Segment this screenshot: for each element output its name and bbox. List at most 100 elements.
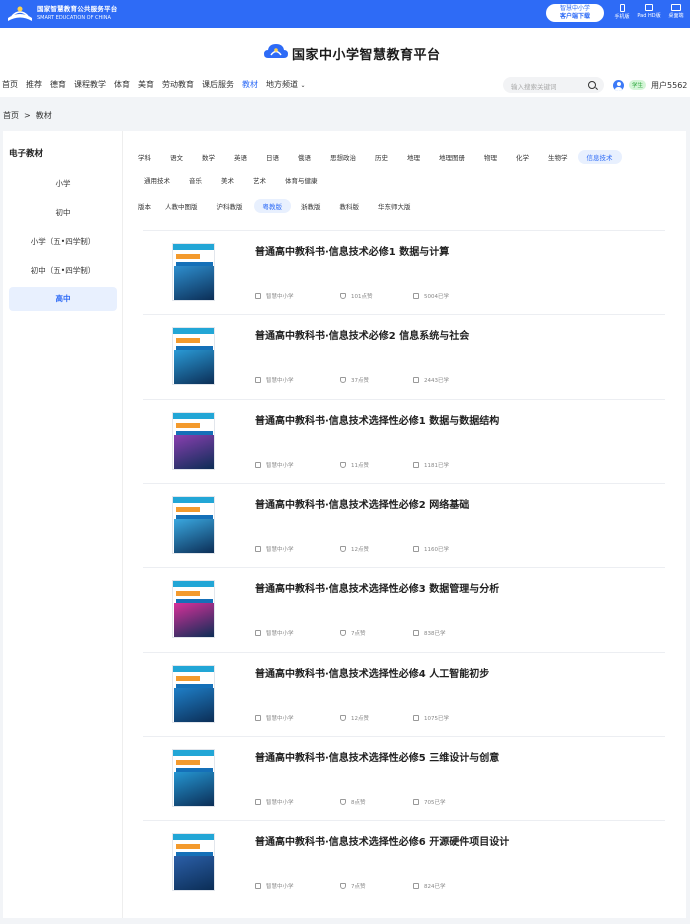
download-line2: 客户端下载	[559, 13, 590, 20]
subject-chip[interactable]: 地理图册	[439, 152, 465, 162]
subject-chip[interactable]: 数学	[202, 152, 215, 162]
book-card[interactable]: 普通高中教科书·信息技术选择性必修1 数据与数据结构 智慧中小学 11点赞 1181已…	[143, 399, 665, 483]
nav-moral[interactable]: 德育	[50, 79, 66, 93]
subject-chip-selected[interactable]: 信息技术	[577, 150, 622, 164]
book-cover[interactable]	[172, 496, 215, 554]
book-title[interactable]: 普通高中教科书·信息技术选择性必修6 开源硬件项目设计	[255, 833, 509, 848]
book-card[interactable]: 普通高中教科书·信息技术选择性必修3 数据管理与分析 智慧中小学 7点赞 838已学	[143, 567, 665, 651]
book-cover[interactable]	[172, 580, 215, 638]
desktop-version-link[interactable]: 桌面端	[664, 4, 688, 19]
platform-logo[interactable]: 国家中小学智慧教育平台	[264, 41, 441, 65]
cover-band	[176, 760, 200, 765]
document-icon	[413, 715, 419, 721]
thumbs-up-icon	[340, 377, 346, 383]
edition-chip[interactable]: 人教中图版	[165, 201, 198, 211]
book-card[interactable]: 普通高中教科书·信息技术选择性必修6 开源硬件项目设计 智慧中小学 7点赞 824已学	[143, 820, 665, 904]
search-input[interactable]: 输入搜索关键词	[503, 77, 604, 93]
book-card[interactable]: 普通高中教科书·信息技术选择性必修4 人工智能初步 智慧中小学 12点赞 1075已学	[143, 652, 665, 736]
edition-chip[interactable]: 沪科教版	[217, 201, 243, 211]
publisher-icon	[255, 462, 261, 468]
book-card[interactable]: 普通高中教科书·信息技术必修2 信息系统与社会 智慧中小学 37点赞 2443已学	[143, 314, 665, 398]
nav-arts[interactable]: 美育	[138, 79, 154, 93]
book-publisher: 智慧中小学	[255, 461, 294, 469]
username[interactable]: 用户5562	[651, 80, 687, 91]
book-cover[interactable]	[172, 412, 215, 470]
book-learners: 1160已学	[413, 545, 449, 553]
book-card[interactable]: 普通高中教科书·信息技术选择性必修5 三维设计与创意 智慧中小学 8点赞 705已学	[143, 736, 665, 820]
book-cover[interactable]	[172, 833, 215, 891]
subject-chip[interactable]: 日语	[266, 152, 279, 162]
edition-chip[interactable]: 华东师大版	[378, 201, 411, 211]
subject-chip[interactable]: 历史	[375, 152, 388, 162]
book-title[interactable]: 普通高中教科书·信息技术必修2 信息系统与社会	[255, 327, 469, 342]
main-panel: 电子教材 小学 初中 小学（五•四学制） 初中（五•四学制） 高中 学科 语文 …	[3, 131, 686, 918]
breadcrumb-current: 教材	[35, 111, 52, 120]
nav-local[interactable]: 地方频道 ⌄	[266, 79, 306, 93]
user-menu[interactable]: 学生 用户5562	[613, 78, 687, 92]
brand[interactable]: 国家智慧教育公共服务平台 SMART EDUCATION OF CHINA	[6, 3, 117, 25]
sidebar-item-senior[interactable]: 高中	[9, 287, 117, 311]
book-title[interactable]: 普通高中教科书·信息技术必修1 数据与计算	[255, 243, 449, 258]
publisher-text: 智慧中小学	[266, 631, 294, 637]
subject-chip[interactable]: 地理	[407, 152, 420, 162]
sidebar-item-junior[interactable]: 初中	[9, 201, 117, 225]
cover-header	[173, 666, 214, 672]
edition-chip-selected[interactable]: 粤教版	[253, 199, 291, 213]
book-title[interactable]: 普通高中教科书·信息技术选择性必修5 三维设计与创意	[255, 749, 499, 764]
learners-text: 1160已学	[424, 547, 449, 553]
learners-text: 5004已学	[424, 294, 449, 300]
sidebar-item-primary[interactable]: 小学	[9, 172, 117, 196]
subject-chip[interactable]: 美术	[221, 175, 234, 185]
subject-chip[interactable]: 艺术	[253, 175, 266, 185]
book-card[interactable]: 普通高中教科书·信息技术选择性必修2 网络基础 智慧中小学 12点赞 1160已学	[143, 483, 665, 567]
mobile-label: 手机版	[614, 14, 630, 20]
book-cover[interactable]	[172, 749, 215, 807]
book-cover[interactable]	[172, 327, 215, 385]
book-cover[interactable]	[172, 243, 215, 301]
subject-chip[interactable]: 化学	[516, 152, 529, 162]
subject-chip[interactable]: 俄语	[298, 152, 311, 162]
subject-chip[interactable]: 音乐	[189, 175, 202, 185]
edition-chip[interactable]: 浙教版	[301, 201, 321, 211]
nav-textbook[interactable]: 教材	[242, 79, 258, 93]
book-title[interactable]: 普通高中教科书·信息技术选择性必修3 数据管理与分析	[255, 580, 499, 595]
nav-recommend[interactable]: 推荐	[26, 79, 42, 93]
platform-title: 国家中小学智慧教育平台	[292, 47, 441, 63]
pad-version-link[interactable]: Pad HD版	[635, 4, 663, 19]
client-download-button[interactable]: 智慧中小学 客户端下载	[546, 4, 604, 22]
nav-afterschool[interactable]: 课后服务	[202, 79, 234, 93]
chevron-down-icon: ⌄	[300, 82, 306, 89]
subject-chip[interactable]: 英语	[234, 152, 247, 162]
book-likes: 101点赞	[340, 292, 373, 300]
breadcrumb-home[interactable]: 首页	[3, 111, 19, 120]
subject-filter-row: 学科 语文 数学 英语 日语 俄语 思想政治 历史 地理 地理图册 物理 化学 …	[138, 150, 632, 164]
cover-band	[176, 507, 200, 512]
subject-chip[interactable]: 思想政治	[330, 152, 356, 162]
nav-labor[interactable]: 劳动教育	[162, 79, 194, 93]
sidebar-item-junior-54[interactable]: 初中（五•四学制）	[9, 259, 117, 283]
edition-chip[interactable]: 教科版	[340, 201, 360, 211]
nav-home[interactable]: 首页	[2, 79, 18, 93]
subject-chip[interactable]: 生物学	[548, 152, 568, 162]
thumbs-up-icon	[340, 630, 346, 636]
publisher-icon	[255, 293, 261, 299]
search-icon[interactable]	[588, 81, 596, 89]
subject-chip[interactable]: 物理	[484, 152, 497, 162]
subject-chip[interactable]: 语文	[170, 152, 183, 162]
book-title[interactable]: 普通高中教科书·信息技术选择性必修4 人工智能初步	[255, 665, 489, 680]
cover-image	[174, 603, 214, 637]
nav-sports[interactable]: 体育	[114, 79, 130, 93]
mobile-version-link[interactable]: 手机版	[610, 4, 634, 20]
book-title[interactable]: 普通高中教科书·信息技术选择性必修1 数据与数据结构	[255, 412, 499, 427]
subject-chip[interactable]: 体育与健康	[285, 175, 318, 185]
book-cover[interactable]	[172, 665, 215, 723]
search-placeholder: 输入搜索关键词	[511, 83, 557, 91]
subject-chip[interactable]: 通用技术	[144, 175, 170, 185]
book-likes: 11点赞	[340, 461, 369, 469]
role-badge: 学生	[629, 80, 647, 90]
avatar[interactable]	[613, 79, 624, 91]
nav-course[interactable]: 课程教学	[74, 79, 106, 93]
book-title[interactable]: 普通高中教科书·信息技术选择性必修2 网络基础	[255, 496, 469, 511]
book-card[interactable]: 普通高中教科书·信息技术必修1 数据与计算 智慧中小学 101点赞 5004已学	[143, 230, 665, 314]
sidebar-item-primary-54[interactable]: 小学（五•四学制）	[9, 230, 117, 254]
